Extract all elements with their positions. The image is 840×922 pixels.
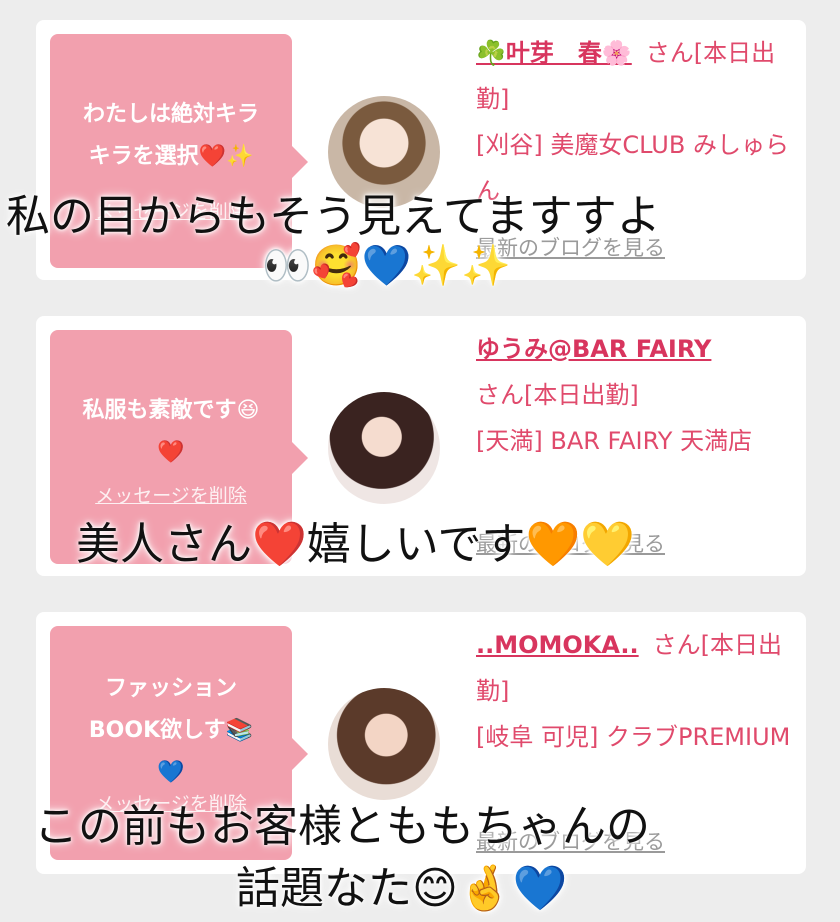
cast-name-link[interactable]: ゆうみ@BAR FAIRY [476, 335, 711, 363]
delete-message-link[interactable]: メッセージを削除 [50, 481, 292, 508]
overlay-caption-emoji: 👀🥰💙✨✨ [262, 243, 512, 289]
screen: わたしは絶対キラ キラを選択❤️✨ メッセージを削除 ☘️叶芽 春🌸 さん[本日出… [0, 0, 840, 922]
overlay-caption: この前もお客様とももちゃんの [34, 801, 650, 852]
avatar[interactable] [328, 688, 440, 800]
shop-text: [岐阜 可児] クラブPREMIUM [476, 723, 791, 751]
overlay-caption: 美人さん❤️嬉しいです🧡💛 [76, 519, 636, 570]
message-text: ファッション BOOK欲しす📚 💙 [88, 676, 254, 785]
avatar[interactable] [328, 392, 440, 504]
cast-info: ..MOMOKA.. さん[本日出勤] [岐阜 可児] クラブPREMIUM [476, 622, 792, 760]
cast-name-link[interactable]: ..MOMOKA.. [476, 631, 639, 659]
cast-name-link[interactable]: ☘️叶芽 春🌸 [476, 39, 632, 67]
message-text: わたしは絶対キラ キラを選択❤️✨ [82, 102, 259, 169]
overlay-caption: 話題なた😊🤞💙 [236, 863, 568, 914]
shop-text: [天満] BAR FAIRY 天満店 [476, 427, 753, 455]
cast-info: ゆうみ@BAR FAIRY さん[本日出勤] [天満] BAR FAIRY 天満… [476, 326, 792, 464]
status-text: さん[本日出勤] [476, 381, 639, 409]
overlay-caption: 私の目からもそう見えてますすよ [6, 191, 661, 242]
message-text: 私服も素敵です😆 ❤️ [82, 398, 260, 465]
